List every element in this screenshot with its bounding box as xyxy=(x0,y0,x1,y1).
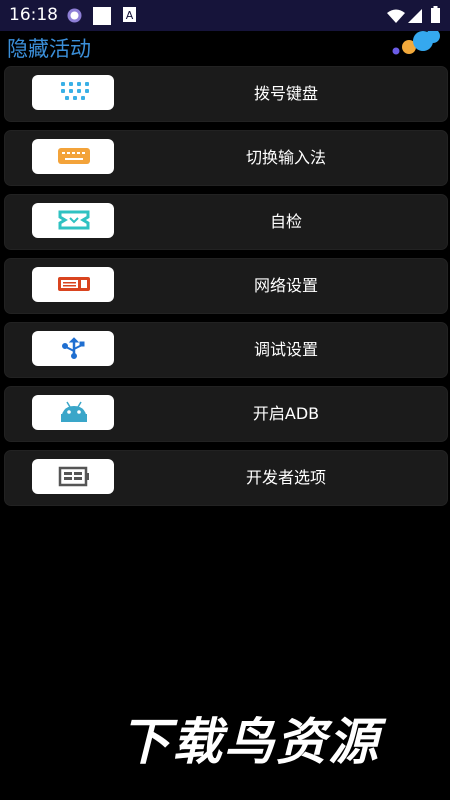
menu-item-enable-adb[interactable]: 开启ADB xyxy=(4,386,448,442)
icon-card xyxy=(32,203,114,238)
icon-card xyxy=(32,267,114,302)
signal-icon xyxy=(408,8,422,27)
app-logo xyxy=(390,29,450,61)
watermark-text: 下载鸟资源 xyxy=(120,713,380,771)
menu-item-dialpad[interactable]: 拨号键盘 xyxy=(4,66,448,122)
menu-item-self-check[interactable]: 自检 xyxy=(4,194,448,250)
status-time: 16:18 xyxy=(9,5,58,25)
icon-card xyxy=(32,395,114,430)
icon-card xyxy=(32,75,114,110)
title-bar: 隐藏活动 xyxy=(0,29,450,61)
menu-item-label: 开发者选项 xyxy=(245,468,326,487)
menu-item-label: 网络设置 xyxy=(253,276,318,295)
menu-item-label: 开启ADB xyxy=(252,404,320,423)
page-title: 隐藏活动 xyxy=(7,37,91,61)
menu-item-developer-options[interactable]: 开发者选项 xyxy=(4,450,448,506)
menu-item-label: 拨号键盘 xyxy=(253,84,318,103)
menu-item-debug-settings[interactable]: 调试设置 xyxy=(4,322,448,378)
menu-item-label: 调试设置 xyxy=(253,340,318,359)
a-badge-icon: A xyxy=(123,7,136,26)
icon-card xyxy=(32,331,114,366)
icon-card xyxy=(32,459,114,494)
menu-item-network-settings[interactable]: 网络设置 xyxy=(4,258,448,314)
notification-circle-icon xyxy=(66,7,83,28)
menu-item-label: 自检 xyxy=(269,212,302,231)
svg-text:A: A xyxy=(126,9,134,22)
menu-item-label: 切换输入法 xyxy=(245,148,326,167)
wifi-icon xyxy=(387,8,405,27)
menu-item-switch-input-method[interactable]: 切换输入法 xyxy=(4,130,448,186)
square-icon xyxy=(93,7,111,29)
battery-icon xyxy=(431,6,440,27)
status-bar: 16:18 A xyxy=(0,0,450,31)
icon-card xyxy=(32,139,114,174)
